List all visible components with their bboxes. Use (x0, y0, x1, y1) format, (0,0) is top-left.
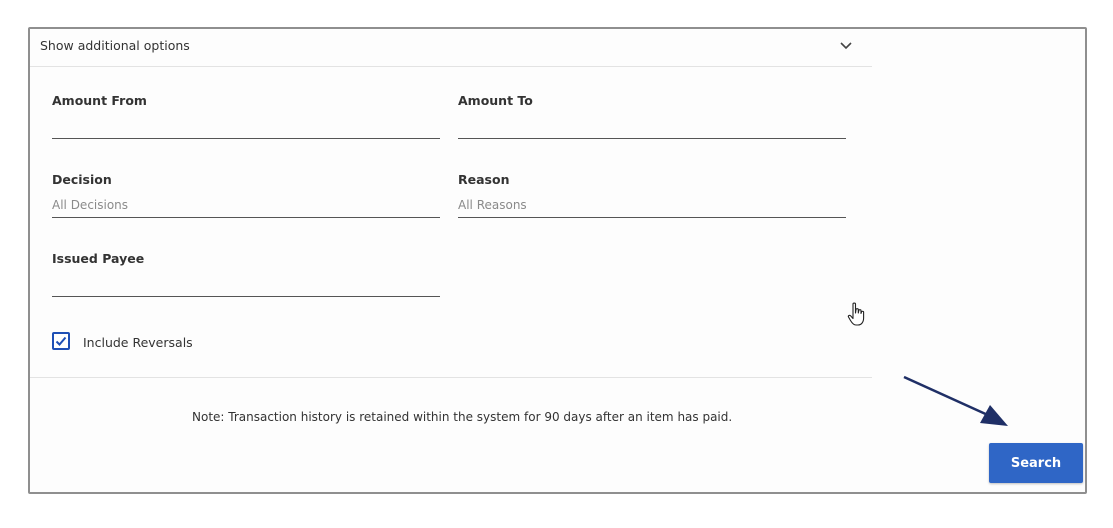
hand-cursor-icon (847, 302, 865, 326)
search-options-panel: Show additional options Amount From Amou… (28, 27, 1087, 494)
include-reversals-label: Include Reversals (83, 335, 193, 350)
additional-options-section: Show additional options Amount From Amou… (30, 29, 872, 492)
amount-from-label: Amount From (52, 93, 147, 108)
amount-to-input[interactable] (458, 113, 846, 139)
include-reversals-checkbox[interactable] (52, 332, 70, 350)
reason-select[interactable] (458, 192, 846, 218)
show-additional-options-toggle[interactable]: Show additional options (30, 29, 872, 67)
chevron-down-icon (840, 42, 852, 50)
search-button[interactable]: Search (989, 443, 1083, 483)
issued-payee-input[interactable] (52, 271, 440, 297)
section-divider (30, 377, 872, 378)
checkmark-icon (55, 336, 67, 346)
reason-label: Reason (458, 172, 510, 187)
accordion-title: Show additional options (40, 38, 190, 53)
decision-label: Decision (52, 172, 112, 187)
amount-to-label: Amount To (458, 93, 533, 108)
decision-select[interactable] (52, 192, 440, 218)
retention-note: Note: Transaction history is retained wi… (192, 410, 733, 424)
amount-from-input[interactable] (52, 113, 440, 139)
issued-payee-label: Issued Payee (52, 251, 145, 266)
